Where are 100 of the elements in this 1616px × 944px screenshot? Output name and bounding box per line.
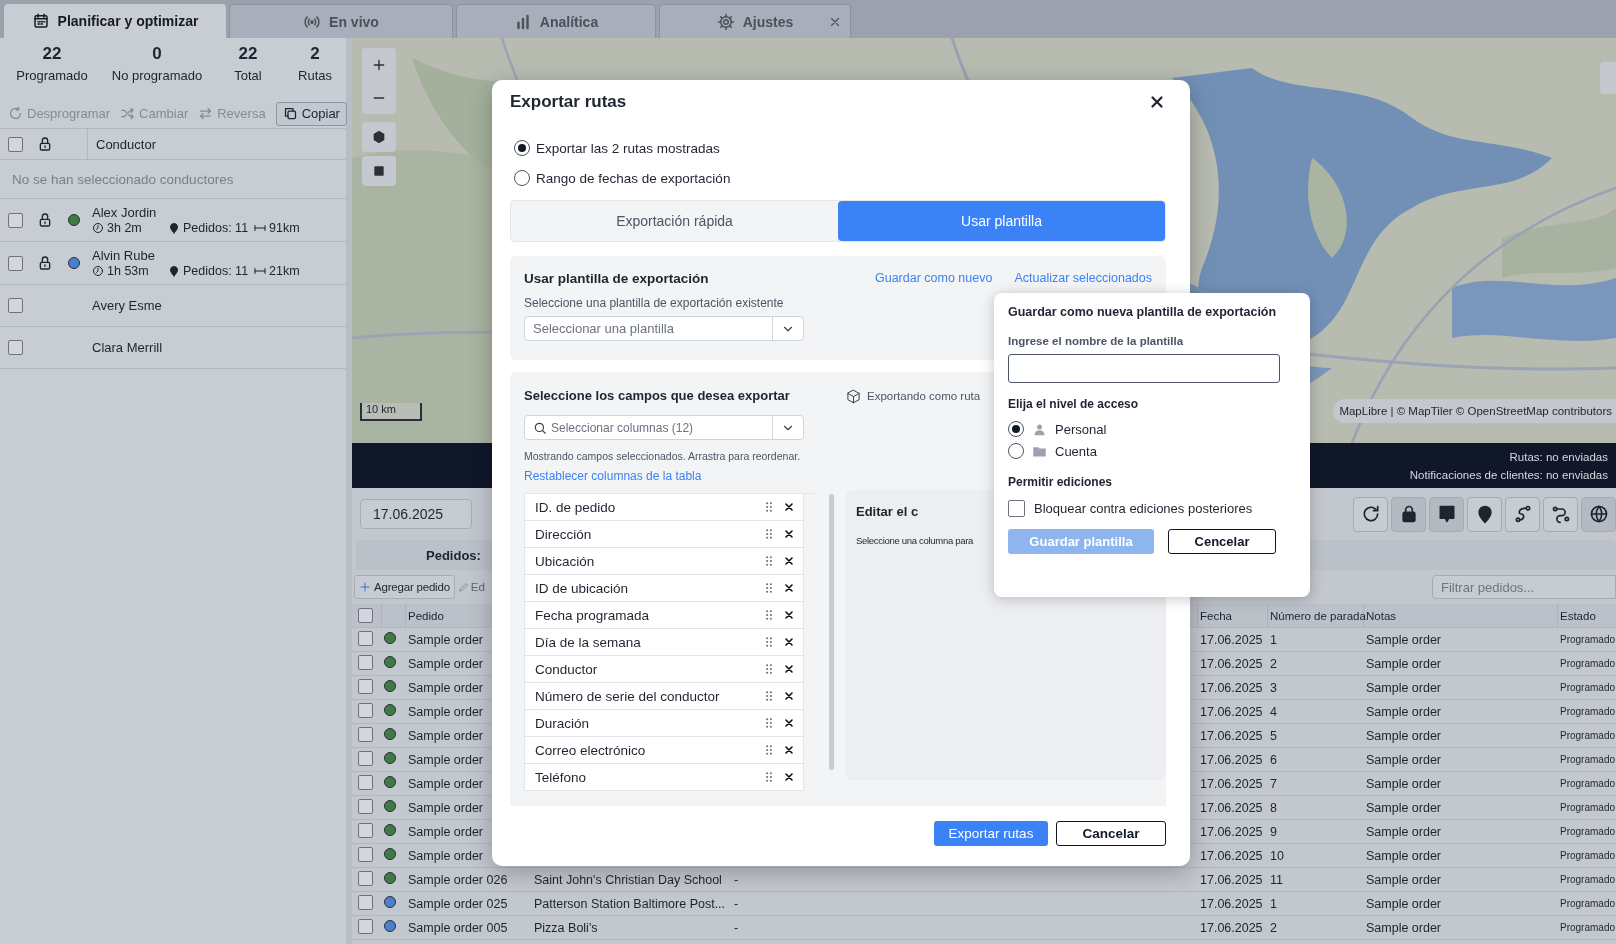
radio-button[interactable] <box>1008 443 1024 459</box>
refresh-button[interactable] <box>1353 496 1388 532</box>
date-field[interactable]: 17.06.2025 <box>360 499 472 529</box>
close-icon[interactable] <box>1148 93 1166 111</box>
pin-button[interactable] <box>1467 496 1502 532</box>
checkbox[interactable] <box>358 918 373 934</box>
popover-title: Guardar como nueva plantilla de exportación <box>1008 305 1277 319</box>
lock-icon[interactable] <box>37 212 53 228</box>
field-item[interactable]: Correo electrónico <box>524 737 804 764</box>
dialog-button[interactable]: Exportar rutas <box>934 820 1048 846</box>
tab[interactable]: Ajustes <box>659 4 851 38</box>
checkbox[interactable] <box>358 774 373 790</box>
action-button[interactable]: Copiar <box>275 101 347 126</box>
field-item[interactable]: Ubicación <box>524 548 804 575</box>
drag-handle-icon[interactable] <box>765 636 773 648</box>
checkbox[interactable] <box>358 822 373 838</box>
drag-handle-icon[interactable] <box>765 555 773 567</box>
remove-icon[interactable] <box>783 609 795 621</box>
remove-icon[interactable] <box>783 771 795 783</box>
reset-link[interactable]: Restablecer columnas de la tabla <box>524 469 702 483</box>
table-cell-text: 17.06.2025 <box>1199 872 1264 887</box>
radio-button[interactable] <box>514 140 530 156</box>
checkbox[interactable] <box>358 750 373 766</box>
field-item[interactable]: Fecha programada <box>524 602 804 629</box>
drag-handle-icon[interactable] <box>765 528 773 540</box>
field-item[interactable]: Conductor <box>524 656 804 683</box>
field-item[interactable]: ID de ubicación <box>524 575 804 602</box>
field-item[interactable]: Número de serie del conductor <box>524 683 804 710</box>
checkbox[interactable] <box>358 678 373 694</box>
dialog-button[interactable]: Cancelar <box>1056 820 1166 846</box>
mode-tab[interactable]: Usar plantilla <box>838 201 1165 241</box>
checkbox[interactable] <box>7 255 23 271</box>
driver-name[interactable]: Alvin Rube <box>92 248 155 263</box>
marker-button[interactable] <box>1429 496 1464 532</box>
checkbox[interactable] <box>358 870 373 886</box>
polygon-tool-button[interactable] <box>362 122 396 152</box>
checkbox[interactable] <box>7 298 23 313</box>
lock-button[interactable] <box>1391 496 1426 532</box>
remove-icon[interactable] <box>783 690 795 702</box>
drag-handle-icon[interactable] <box>765 744 773 756</box>
route-button[interactable] <box>1505 496 1540 532</box>
remove-icon[interactable] <box>783 501 795 513</box>
drag-handle-icon[interactable] <box>765 501 773 513</box>
checkbox[interactable] <box>358 654 373 670</box>
rectangle-tool-button[interactable] <box>362 156 396 186</box>
field-item[interactable]: Día de la semana <box>524 629 804 656</box>
remove-icon[interactable] <box>783 663 795 675</box>
remove-icon[interactable] <box>783 528 795 540</box>
radio-button[interactable] <box>1008 421 1024 437</box>
drag-handle-icon[interactable] <box>765 609 773 621</box>
remove-icon[interactable] <box>783 717 795 729</box>
drag-handle-icon[interactable] <box>765 771 773 783</box>
table-cell-text: 17.06.2025 <box>1199 800 1264 815</box>
checkbox[interactable] <box>358 726 373 742</box>
checkbox[interactable] <box>1008 500 1025 517</box>
remove-icon[interactable] <box>783 555 795 567</box>
table-cell-text: 11 <box>1269 872 1284 887</box>
tab[interactable]: Analítica <box>456 4 656 38</box>
checkbox[interactable] <box>358 630 373 646</box>
filter-field[interactable]: Filtrar pedidos... <box>1432 575 1616 599</box>
checkbox[interactable] <box>7 340 23 355</box>
tab[interactable]: En vivo <box>229 4 453 38</box>
field-item[interactable]: Dirección <box>524 521 804 548</box>
driver-name[interactable]: Alex Jordin <box>92 205 157 220</box>
remove-icon[interactable] <box>783 582 795 594</box>
radio-button[interactable] <box>514 170 530 186</box>
popover-button[interactable]: Cencelar <box>1168 529 1276 554</box>
table-cell-text: 17.06.2025 <box>1199 680 1264 695</box>
table-cell-text: Programado <box>1559 754 1616 765</box>
column-select[interactable]: Seleccionar columnas (12) <box>524 415 804 440</box>
checkbox[interactable] <box>358 608 373 623</box>
checkbox[interactable] <box>358 702 373 718</box>
add-order-button[interactable]: Agregar pedido <box>354 575 455 599</box>
field-item[interactable]: ID. de pedido <box>524 494 804 521</box>
checkbox[interactable] <box>358 894 373 910</box>
scrollbar[interactable] <box>828 494 834 770</box>
template-name-field[interactable] <box>1008 354 1280 383</box>
lock-icon[interactable] <box>37 255 53 271</box>
template-select[interactable]: Seleccionar una plantilla <box>524 316 804 341</box>
checkbox[interactable] <box>358 798 373 814</box>
remove-icon[interactable] <box>783 636 795 648</box>
table-cell-text: 5 <box>1269 728 1278 743</box>
driver-name[interactable]: Clara Merrill <box>92 340 163 355</box>
drag-handle-icon[interactable] <box>765 582 773 594</box>
driver-name[interactable]: Avery Esme <box>92 298 162 313</box>
globe-button[interactable] <box>1581 496 1616 532</box>
checkbox[interactable] <box>7 212 23 228</box>
field-item[interactable]: Duración <box>524 710 804 737</box>
field-item[interactable]: Teléfono <box>524 764 804 791</box>
mode-tab[interactable]: Exportación rápida <box>511 201 838 241</box>
drag-handle-icon[interactable] <box>765 690 773 702</box>
drag-handle-icon[interactable] <box>765 663 773 675</box>
checkbox[interactable] <box>358 846 373 862</box>
route-button[interactable] <box>1543 496 1578 532</box>
table-cell-text: Programado <box>1559 706 1616 717</box>
table-cell-text: 2 <box>1269 656 1278 671</box>
drag-handle-icon[interactable] <box>765 717 773 729</box>
checkbox[interactable] <box>7 136 23 152</box>
tab[interactable]: Planificar y optimizar <box>4 4 226 38</box>
remove-icon[interactable] <box>783 744 795 756</box>
